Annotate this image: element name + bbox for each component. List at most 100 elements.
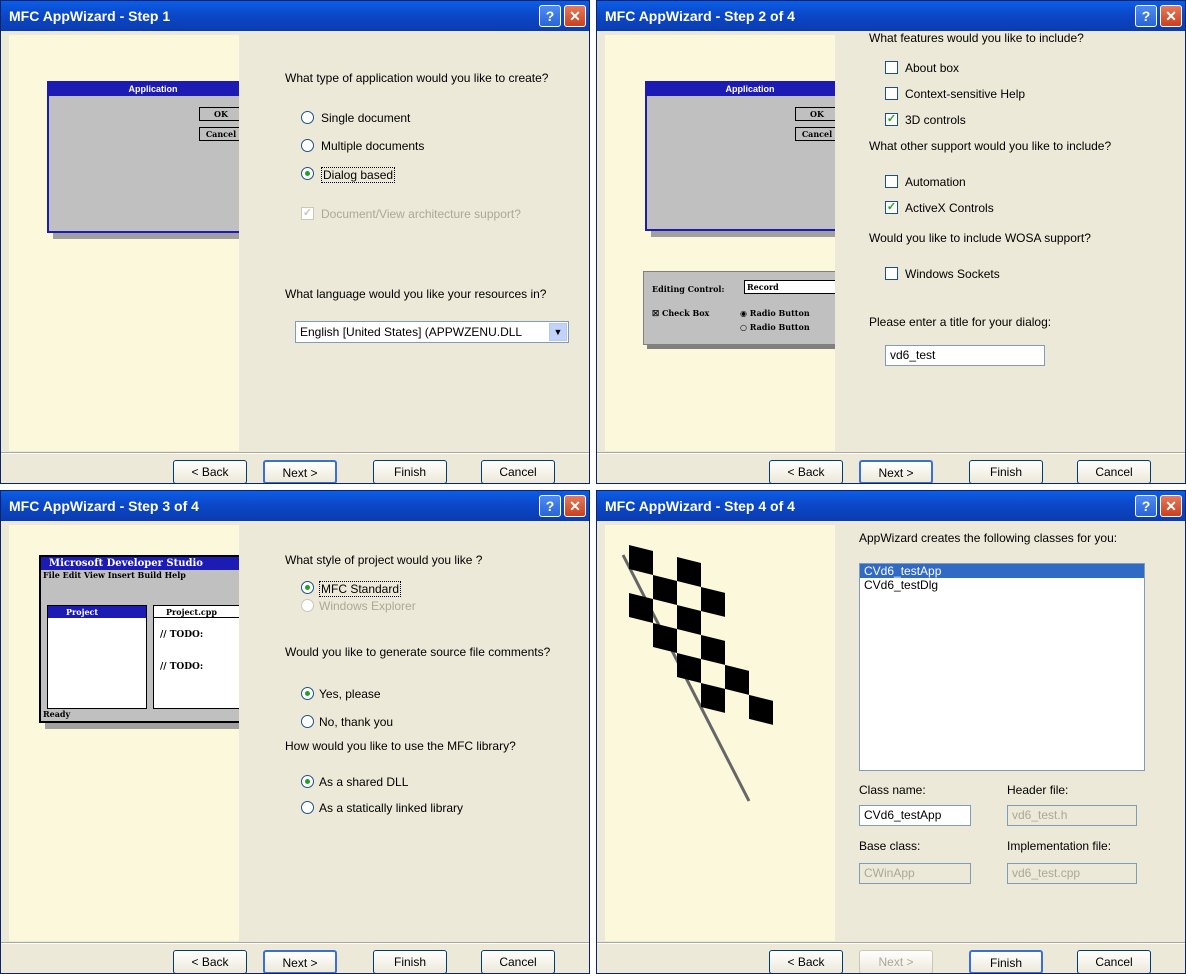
checkbox-docview[interactable]: ✓ xyxy=(301,207,314,220)
radio-mfc-standard[interactable] xyxy=(301,581,314,594)
back-button[interactable]: < Back xyxy=(173,950,247,973)
close-button[interactable]: ✕ xyxy=(564,495,586,517)
radio-dialog-based[interactable] xyxy=(301,167,314,180)
dialog-title-input[interactable]: vd6_test xyxy=(885,345,1045,366)
label-activex: ActiveX Controls xyxy=(905,201,994,215)
cancel-button[interactable]: Cancel xyxy=(1077,950,1151,973)
features-question: What features would you like to include? xyxy=(869,31,1084,45)
label-static-library: As a statically linked library xyxy=(319,801,464,815)
library-question: How would you like to use the MFC librar… xyxy=(285,739,516,753)
checkbox-activex[interactable]: ✓ xyxy=(885,201,898,214)
separator xyxy=(597,452,1185,454)
close-button[interactable]: ✕ xyxy=(1160,495,1182,517)
illustration-pane: Application OK Cancel xyxy=(9,35,259,451)
illustration-caption: Application xyxy=(647,83,853,96)
separator xyxy=(597,942,1185,944)
cancel-button[interactable]: Cancel xyxy=(1077,460,1151,483)
radio-windows-explorer[interactable] xyxy=(301,599,314,612)
next-button[interactable]: Next > xyxy=(263,950,337,973)
label-about-box: About box xyxy=(905,61,960,75)
help-button[interactable]: ? xyxy=(539,495,561,517)
title-bar: MFC AppWizard - Step 2 of 4 ? ✕ xyxy=(597,1,1185,31)
checkbox-sockets[interactable] xyxy=(885,267,898,280)
checkbox-automation[interactable] xyxy=(885,175,898,188)
window-title: MFC AppWizard - Step 3 of 4 xyxy=(9,498,199,514)
illustration-ok: OK xyxy=(199,107,243,121)
radio-multiple-documents[interactable] xyxy=(301,139,314,152)
implementation-file-input[interactable]: vd6_test.cpp xyxy=(1007,863,1137,884)
classes-list[interactable]: CVd6_testApp CVd6_testDlg xyxy=(859,563,1145,771)
language-value: English [United States] (APPWZENU.DLL xyxy=(300,325,523,339)
wizard-step3-window: MFC AppWizard - Step 3 of 4 ? ✕ Microsof… xyxy=(0,490,590,974)
illustration-menu: File Edit View Insert Build Help xyxy=(43,570,186,580)
list-item[interactable]: CVd6_testApp xyxy=(860,564,1144,578)
next-button[interactable]: Next > xyxy=(859,460,933,483)
language-select[interactable]: English [United States] (APPWZENU.DLL ▼ xyxy=(295,321,569,343)
options-pane: AppWizard creates the following classes … xyxy=(835,525,1177,941)
cancel-button[interactable]: Cancel xyxy=(481,460,555,483)
options-pane: What style of project would you like ? M… xyxy=(239,525,581,941)
style-question: What style of project would you like ? xyxy=(285,553,483,567)
illustration-status: Ready xyxy=(43,709,71,719)
list-item[interactable]: CVd6_testDlg xyxy=(860,578,1144,592)
help-button[interactable]: ? xyxy=(1135,495,1157,517)
options-pane: What features would you like to include?… xyxy=(835,31,1177,451)
next-button[interactable]: Next > xyxy=(859,950,933,973)
label-shared-dll: As a shared DLL xyxy=(319,775,409,789)
radio-static-library[interactable] xyxy=(301,801,314,814)
title-bar: MFC AppWizard - Step 1 ? ✕ xyxy=(1,1,589,31)
label-no-thank-you: No, thank you xyxy=(319,715,394,729)
implementation-file-label: Implementation file: xyxy=(1007,839,1112,853)
support-question: What other support would you like to inc… xyxy=(869,139,1112,153)
header-file-input[interactable]: vd6_test.h xyxy=(1007,805,1137,826)
checkbox-context-help[interactable] xyxy=(885,87,898,100)
header-file-label: Header file: xyxy=(1007,783,1069,797)
controls-illustration: Editing Control: Record ☒ Check Box ◉ Ra… xyxy=(643,271,855,345)
title-prompt: Please enter a title for your dialog: xyxy=(869,315,1052,329)
close-button[interactable]: ✕ xyxy=(1160,5,1182,27)
label-dialog-based: Dialog based xyxy=(321,167,396,183)
help-button[interactable]: ? xyxy=(1135,5,1157,27)
finish-button[interactable]: Finish xyxy=(969,950,1043,973)
cancel-button[interactable]: Cancel xyxy=(481,950,555,973)
illustration-pane: Microsoft Developer Studio File Edit Vie… xyxy=(9,525,269,941)
separator xyxy=(1,942,589,944)
base-class-input[interactable]: CWinApp xyxy=(859,863,971,884)
radio-single-document[interactable] xyxy=(301,111,314,124)
wizard-step1-window: MFC AppWizard - Step 1 ? ✕ Application O… xyxy=(0,0,590,484)
checkbox-3d-controls[interactable]: ✓ xyxy=(885,113,898,126)
back-button[interactable]: < Back xyxy=(769,950,843,973)
illustration-ok: OK xyxy=(795,107,839,121)
checkbox-about-box[interactable] xyxy=(885,61,898,74)
close-button[interactable]: ✕ xyxy=(564,5,586,27)
class-name-label: Class name: xyxy=(859,783,926,797)
class-name-input[interactable]: CVd6_testApp xyxy=(859,805,971,826)
button-row: < Back Next > Finish Cancel xyxy=(1,950,589,973)
label-windows-explorer: Windows Explorer xyxy=(319,599,416,613)
back-button[interactable]: < Back xyxy=(769,460,843,483)
devstudio-illustration: Microsoft Developer Studio File Edit Vie… xyxy=(39,555,269,723)
dialog-illustration: Application OK Cancel xyxy=(645,81,855,231)
wizard-step4-window: MFC AppWizard - Step 4 of 4 ? ✕ AppWizar… xyxy=(596,490,1186,974)
radio-yes-please[interactable] xyxy=(301,687,314,700)
illustration-app-title: Microsoft Developer Studio xyxy=(41,557,267,570)
illustration-project-pane: Project xyxy=(47,605,147,709)
illustration-radio-1: ◉ Radio Button xyxy=(740,308,810,318)
next-button[interactable]: Next > xyxy=(263,460,337,483)
help-button[interactable]: ? xyxy=(539,5,561,27)
options-pane: What type of application would you like … xyxy=(239,35,581,451)
finish-button[interactable]: Finish xyxy=(969,460,1043,483)
button-row: < Back Next > Finish Cancel xyxy=(1,460,589,483)
illustration-editing-value: Record xyxy=(744,280,842,294)
finish-button[interactable]: Finish xyxy=(373,460,447,483)
back-button[interactable]: < Back xyxy=(173,460,247,483)
finish-button[interactable]: Finish xyxy=(373,950,447,973)
app-type-question: What type of application would you like … xyxy=(285,71,549,85)
illustration-caption: Application xyxy=(49,83,257,96)
illustration-project-title: Project xyxy=(48,606,146,618)
radio-no-thank-you[interactable] xyxy=(301,715,314,728)
checkered-flag-icon xyxy=(621,545,773,802)
language-question: What language would you like your resour… xyxy=(285,287,547,301)
radio-shared-dll[interactable] xyxy=(301,775,314,788)
label-mfc-standard: MFC Standard xyxy=(319,581,402,597)
